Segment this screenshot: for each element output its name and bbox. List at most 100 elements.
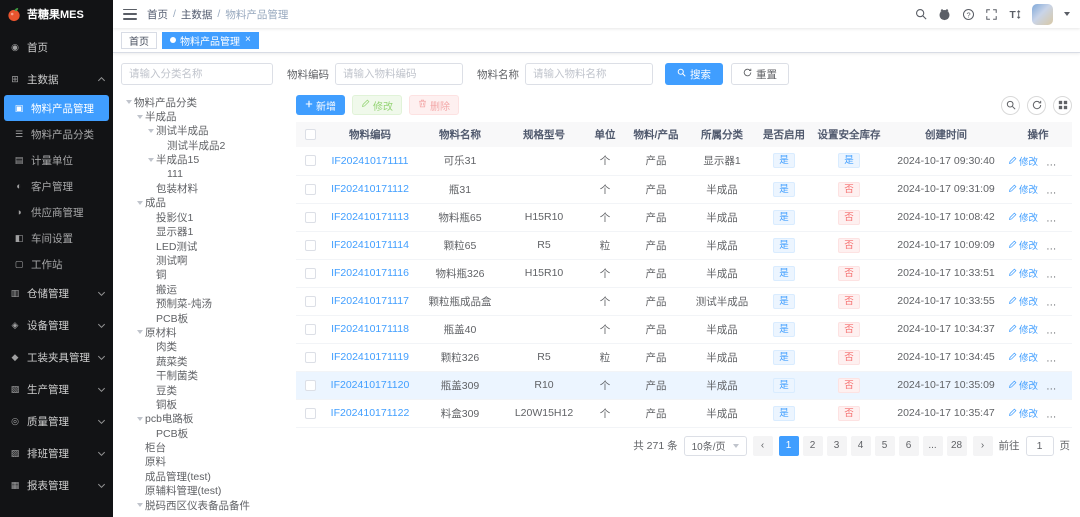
tree-node[interactable]: 投影仪1 (121, 210, 286, 224)
search-button[interactable]: 搜索 (665, 63, 723, 85)
material-name-input[interactable] (525, 63, 653, 85)
tree-node[interactable]: 原料 (121, 455, 286, 469)
row-edit-link[interactable]: 修改 (1008, 154, 1038, 168)
sidebar-item-equipment-management[interactable]: ◈设备管理 (0, 309, 113, 341)
delete-button[interactable]: 删除 (409, 95, 459, 115)
question-icon[interactable]: ? (962, 8, 975, 21)
safety-stock-badge[interactable]: 否 (838, 182, 860, 197)
add-button[interactable]: 新增 (296, 95, 345, 115)
safety-stock-badge[interactable]: 否 (838, 406, 860, 421)
row-edit-link[interactable]: 修改 (1008, 238, 1038, 252)
material-code-link[interactable]: IF202410171111 (331, 155, 408, 167)
row-edit-link[interactable]: 修改 (1008, 294, 1038, 308)
tree-node[interactable]: 肉类 (121, 340, 286, 354)
tree-node[interactable]: 物料产品分类 (121, 95, 286, 109)
next-page-button[interactable]: › (973, 436, 993, 456)
enabled-badge[interactable]: 是 (773, 406, 795, 421)
material-code-link[interactable]: IF202410171120 (331, 379, 410, 391)
tree-node[interactable]: PCB板 (121, 426, 286, 440)
row-checkbox[interactable] (305, 268, 316, 279)
goto-page-input[interactable] (1026, 436, 1054, 456)
material-code-link[interactable]: IF202410171118 (331, 323, 409, 335)
sidebar-item-workstation[interactable]: ▢工作站 (0, 251, 113, 277)
material-code-link[interactable]: IF202410171116 (331, 267, 409, 279)
refresh-tool-icon[interactable] (1027, 96, 1046, 115)
tree-node[interactable]: 半成品15 (121, 153, 286, 167)
page-button-3[interactable]: 3 (827, 436, 847, 456)
sidebar-item-measure-unit[interactable]: ▤计量单位 (0, 147, 113, 173)
breadcrumb-item[interactable]: 主数据 (181, 7, 213, 22)
page-ellipsis[interactable]: ... (923, 436, 943, 456)
row-edit-link[interactable]: 修改 (1008, 322, 1038, 336)
tree-node[interactable]: 铜板 (121, 397, 286, 411)
safety-stock-badge[interactable]: 否 (838, 294, 860, 309)
enabled-badge[interactable]: 是 (773, 153, 795, 168)
sidebar-item-material-product-management[interactable]: ▣物料产品管理 (4, 95, 109, 121)
safety-stock-badge[interactable]: 否 (838, 210, 860, 225)
page-size-select[interactable]: 10条/页 (684, 436, 747, 456)
row-checkbox[interactable] (305, 155, 316, 166)
avatar[interactable] (1032, 4, 1053, 25)
row-edit-link[interactable]: 修改 (1008, 350, 1038, 364)
material-code-link[interactable]: IF202410171112 (331, 183, 409, 195)
material-code-input[interactable] (335, 63, 463, 85)
enabled-badge[interactable]: 是 (773, 182, 795, 197)
material-code-link[interactable]: IF202410171119 (331, 351, 409, 363)
caret-down-icon[interactable] (1064, 12, 1070, 16)
sidebar-item-scheduling-management[interactable]: ▨排班管理 (0, 437, 113, 469)
tree-node[interactable]: 干制菌类 (121, 368, 286, 382)
row-edit-link[interactable]: 修改 (1008, 378, 1038, 392)
row-checkbox[interactable] (305, 324, 316, 335)
row-checkbox[interactable] (305, 408, 316, 419)
tree-node[interactable]: 测试半成品2 (121, 138, 286, 152)
enabled-badge[interactable]: 是 (773, 322, 795, 337)
tab-home[interactable]: 首页 (121, 32, 157, 49)
enabled-badge[interactable]: 是 (773, 238, 795, 253)
page-button-1[interactable]: 1 (779, 436, 799, 456)
tree-node[interactable]: 测试啊 (121, 253, 286, 267)
row-edit-link[interactable]: 修改 (1008, 210, 1038, 224)
enabled-badge[interactable]: 是 (773, 378, 795, 393)
tree-node[interactable]: PCB板 (121, 311, 286, 325)
row-checkbox[interactable] (305, 240, 316, 251)
sidebar-item-customer-management[interactable]: ◐客户管理 (0, 173, 113, 199)
row-checkbox[interactable] (305, 212, 316, 223)
safety-stock-badge[interactable]: 否 (838, 266, 860, 281)
search-tool-icon[interactable] (1001, 96, 1020, 115)
safety-stock-badge[interactable]: 否 (838, 378, 860, 393)
tree-node[interactable]: 脱码西区仪表备品备件 (121, 498, 286, 512)
enabled-badge[interactable]: 是 (773, 294, 795, 309)
row-checkbox[interactable] (305, 380, 316, 391)
tree-node[interactable]: 成品 (121, 196, 286, 210)
page-button-28[interactable]: 28 (947, 436, 967, 456)
tree-node[interactable]: 柜台 (121, 440, 286, 454)
page-button-2[interactable]: 2 (803, 436, 823, 456)
sidebar-item-tooling-management[interactable]: ◆工装夹具管理 (0, 341, 113, 373)
tree-node[interactable]: 豆类 (121, 383, 286, 397)
reset-button[interactable]: 重置 (731, 63, 789, 85)
tree-node[interactable]: 搬运 (121, 282, 286, 296)
row-checkbox[interactable] (305, 352, 316, 363)
grid-tool-icon[interactable] (1053, 96, 1072, 115)
fullscreen-icon[interactable] (986, 9, 997, 20)
tree-node[interactable]: pcb电路板 (121, 412, 286, 426)
enabled-badge[interactable]: 是 (773, 266, 795, 281)
material-code-link[interactable]: IF202410171117 (331, 295, 409, 307)
tree-node[interactable]: 半成品 (121, 109, 286, 123)
enabled-badge[interactable]: 是 (773, 210, 795, 225)
close-tab-icon[interactable]: × (245, 35, 251, 45)
row-edit-link[interactable]: 修改 (1008, 406, 1038, 420)
breadcrumb-item[interactable]: 首页 (147, 7, 168, 22)
safety-stock-badge[interactable]: 否 (838, 238, 860, 253)
sidebar-item-master-data[interactable]: ⊞主数据 (0, 63, 113, 95)
prev-page-button[interactable]: ‹ (753, 436, 773, 456)
safety-stock-badge[interactable]: 否 (838, 350, 860, 365)
sidebar-item-workshop-settings[interactable]: ◧车间设置 (0, 225, 113, 251)
tree-search-input[interactable] (121, 63, 273, 85)
tree-node[interactable]: 原辅料管理(test) (121, 484, 286, 498)
tree-node[interactable]: 成品管理(test) (121, 469, 286, 483)
material-code-link[interactable]: IF202410171113 (331, 211, 409, 223)
select-all-checkbox[interactable] (305, 129, 316, 140)
tree-node[interactable]: 预制菜-炖汤 (121, 296, 286, 310)
sidebar-item-quality-management[interactable]: ◎质量管理 (0, 405, 113, 437)
